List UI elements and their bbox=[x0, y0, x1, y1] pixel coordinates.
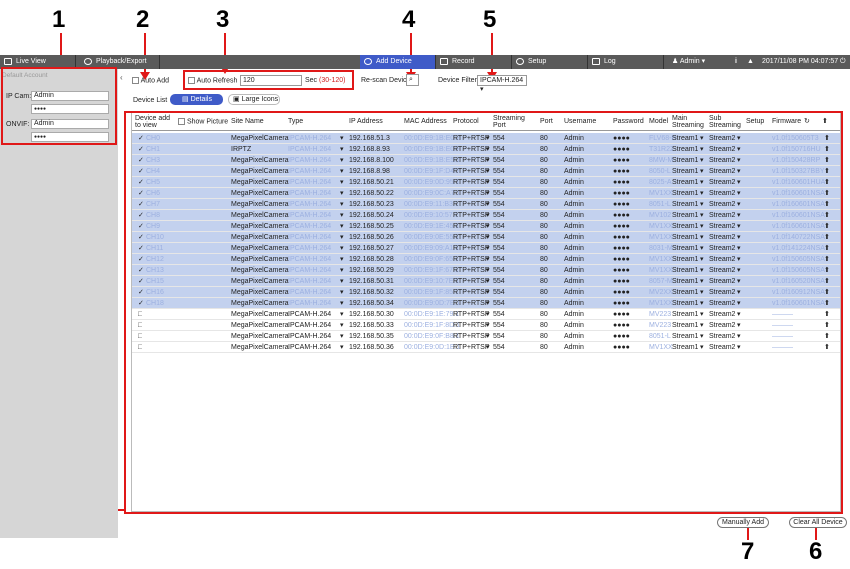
device-list-label: Device List bbox=[133, 97, 168, 104]
grid-icon: ▣ bbox=[233, 96, 242, 103]
manually-add-button[interactable]: Manually Add bbox=[717, 517, 769, 528]
record-icon bbox=[440, 58, 448, 65]
user-icon: ♟ bbox=[672, 58, 680, 65]
tab-label: Add Device bbox=[376, 58, 412, 65]
auto-add-label: Auto Add bbox=[140, 77, 169, 85]
user-name: Admin bbox=[679, 58, 700, 65]
callout-5: 5 bbox=[483, 6, 497, 33]
user-menu[interactable]: ♟ Admin ▾ bbox=[672, 55, 722, 69]
log-icon bbox=[592, 58, 600, 65]
collapse-panel-icon[interactable]: ‹ bbox=[120, 73, 123, 82]
clear-all-device-button[interactable]: Clear All Device bbox=[789, 517, 847, 528]
play-icon bbox=[84, 58, 92, 65]
tab-log[interactable]: Log bbox=[588, 55, 664, 69]
tab-label: Setup bbox=[528, 58, 547, 65]
callout-1: 1 bbox=[52, 6, 66, 33]
callout-2: 2 bbox=[136, 6, 150, 33]
details-view-button[interactable]: ▤ Details bbox=[170, 94, 223, 105]
rescan-button[interactable]: ⌕ bbox=[406, 74, 419, 86]
warning-icon[interactable]: ▲ bbox=[747, 55, 754, 69]
list-icon: ▤ bbox=[182, 96, 191, 103]
device-filter-value: IPCAM-H.264 bbox=[480, 77, 524, 84]
tab-add-device[interactable]: Add Device bbox=[360, 55, 436, 69]
tab-label: Playback/Export bbox=[96, 58, 147, 65]
callout-line-7 bbox=[747, 526, 749, 540]
tab-label: Log bbox=[604, 58, 616, 65]
tab-label: Record bbox=[452, 58, 475, 65]
monitor-icon bbox=[4, 58, 12, 65]
plus-icon bbox=[364, 58, 372, 65]
callout-box-3 bbox=[183, 70, 354, 90]
search-icon: ⌕ bbox=[409, 76, 413, 83]
tab-record[interactable]: Record bbox=[436, 55, 512, 69]
tab-setup[interactable]: Setup bbox=[512, 55, 588, 69]
auto-add-checkbox[interactable]: Auto Add bbox=[132, 77, 169, 84]
callout-3: 3 bbox=[216, 6, 230, 33]
checkbox-box bbox=[132, 77, 139, 84]
power-icon[interactable]: ⏻ bbox=[840, 55, 846, 69]
rescan-label: Re-scan Device bbox=[361, 77, 411, 84]
device-filter-select[interactable]: IPCAM-H.264 ▾ bbox=[477, 75, 527, 93]
gear-icon bbox=[516, 58, 524, 65]
device-filter-label: Device Filter bbox=[438, 77, 477, 84]
callout-line-6 bbox=[815, 526, 817, 540]
tab-label: Live View bbox=[16, 58, 46, 65]
callout-box-8 bbox=[124, 111, 843, 514]
callout-box-1 bbox=[1, 67, 117, 145]
details-label: Details bbox=[190, 96, 212, 103]
callout-7: 7 bbox=[741, 538, 755, 565]
large-icons-view-button[interactable]: ▣ Large Icons bbox=[228, 94, 280, 105]
info-icon[interactable]: i bbox=[735, 55, 737, 69]
top-nav-bar: Live View Playback/Export Add Device Rec… bbox=[0, 55, 850, 69]
callout-4: 4 bbox=[402, 6, 416, 33]
callout-6: 6 bbox=[809, 538, 823, 565]
datetime: 2017/11/08 PM 04:07:57 bbox=[762, 58, 839, 65]
large-icons-label: Large Icons bbox=[241, 96, 279, 103]
